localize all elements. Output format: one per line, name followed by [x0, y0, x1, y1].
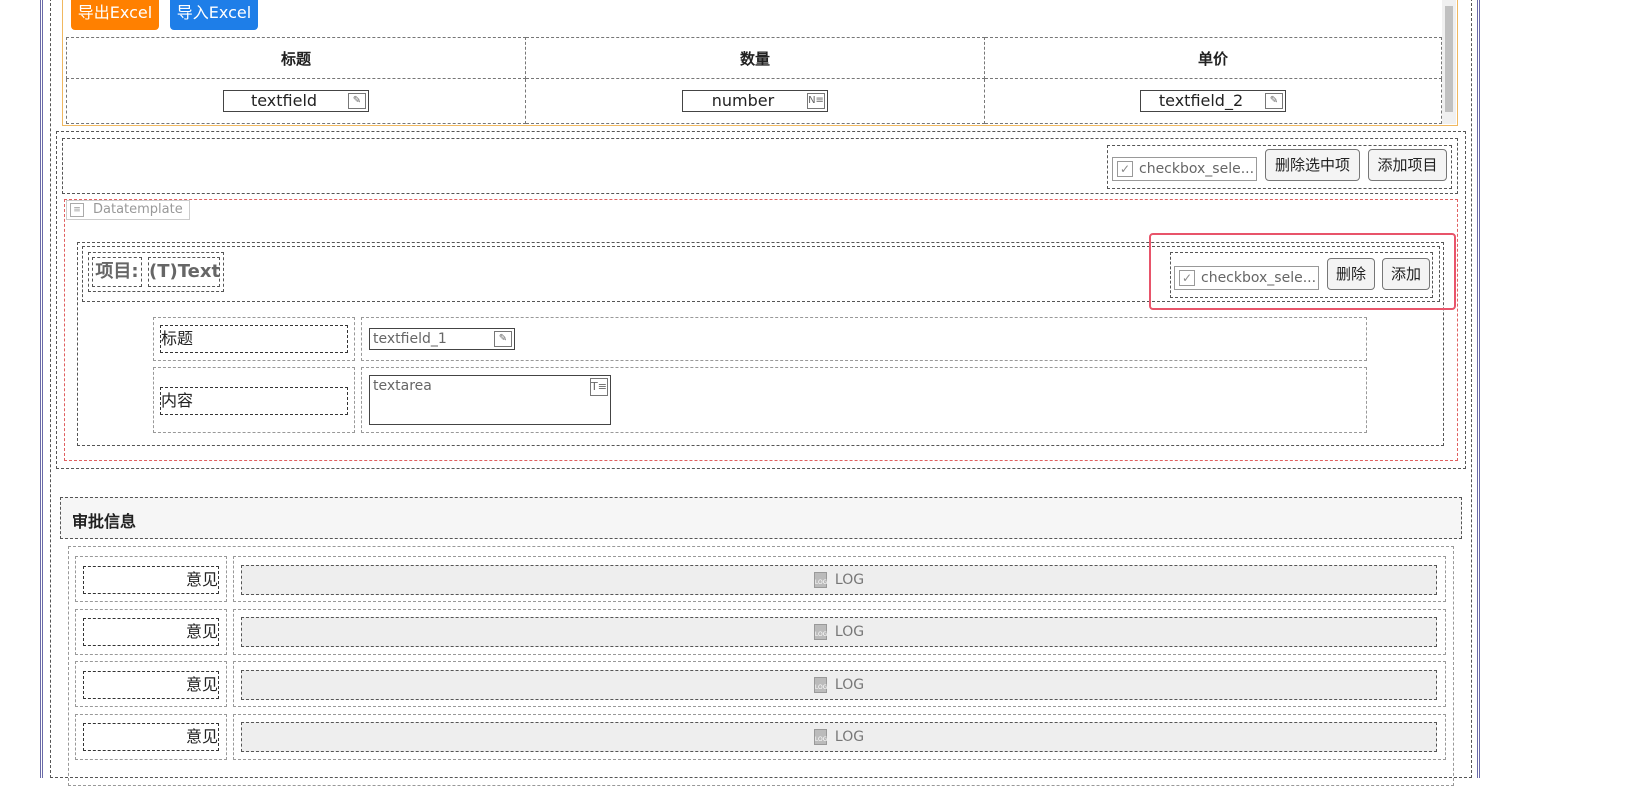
form-label-content: 内容 — [160, 387, 348, 415]
scrollbar-thumb[interactable] — [1445, 6, 1453, 112]
field-value: textfield_2 — [1158, 91, 1244, 110]
export-excel-button[interactable]: 导出Excel — [71, 0, 159, 30]
checkbox-label: checkbox_sele... — [1139, 161, 1255, 177]
approval-label: 意见 — [83, 618, 219, 646]
log-icon: LOG — [813, 572, 827, 588]
table-cell: number N≡ — [525, 78, 985, 124]
log-field[interactable]: LOG LOG — [241, 617, 1437, 647]
approval-header — [60, 497, 1462, 539]
table-cell: textfield_2 ✎ — [984, 78, 1442, 124]
checkbox-icon: ✓ — [1117, 161, 1133, 177]
log-field[interactable]: LOG LOG — [241, 670, 1437, 700]
column-header-price: 单价 — [984, 37, 1442, 79]
item-text-label: (T)Text — [148, 257, 220, 287]
table-cell: textfield ✎ — [66, 78, 526, 124]
datatemplate-label: Datatemplate — [93, 202, 183, 217]
delete-selected-button[interactable]: 删除选中项 — [1265, 149, 1360, 181]
add-item-button[interactable]: 添加项目 — [1368, 149, 1447, 181]
log-value: LOG — [834, 624, 865, 640]
item-prefix-label: 项目: — [92, 257, 142, 287]
textfield-2-input[interactable]: textfield_2 ✎ — [1140, 90, 1286, 112]
log-icon: LOG — [813, 729, 827, 745]
log-icon: LOG — [813, 677, 827, 693]
table-header-row: 标题 数量 单价 — [66, 37, 1442, 79]
textarea-input[interactable]: textarea T≡ — [369, 375, 611, 425]
item-checkbox[interactable]: ✓ checkbox_sele... — [1174, 266, 1319, 290]
log-field[interactable]: LOG LOG — [241, 565, 1437, 595]
add-subitem-button[interactable]: 添加 — [1382, 258, 1430, 290]
log-value: LOG — [834, 572, 865, 588]
item-table: 标题 数量 单价 textfield ✎ number N≡ textfield… — [66, 37, 1442, 124]
scrollbar[interactable] — [1442, 0, 1456, 124]
datatemplate-tag: ≡ Datatemplate — [66, 200, 190, 220]
form-label-title: 标题 — [160, 325, 348, 353]
edit-icon: ✎ — [494, 331, 512, 347]
field-value: textfield — [250, 91, 318, 110]
textfield-1-input[interactable]: textfield_1 ✎ — [369, 328, 515, 350]
approval-label: 意见 — [83, 566, 219, 594]
approval-label: 意见 — [83, 723, 219, 751]
approval-title: 审批信息 — [72, 512, 137, 531]
field-value: number — [711, 91, 775, 110]
column-header-quantity: 数量 — [525, 37, 985, 79]
import-excel-button[interactable]: 导入Excel — [170, 0, 258, 30]
number-input[interactable]: number N≡ — [682, 90, 828, 112]
edit-icon: ✎ — [348, 93, 366, 109]
field-placeholder: textarea — [373, 378, 432, 394]
log-value: LOG — [834, 729, 865, 745]
table-row: textfield ✎ number N≡ textfield_2 ✎ — [66, 78, 1442, 124]
list-icon: ≡ — [70, 203, 84, 217]
number-icon: N≡ — [807, 93, 825, 109]
checkbox-label: checkbox_sele... — [1201, 270, 1317, 286]
select-all-checkbox[interactable]: ✓ checkbox_sele... — [1112, 157, 1257, 181]
approval-label: 意见 — [83, 671, 219, 699]
field-placeholder: textfield_1 — [373, 331, 447, 347]
checkbox-icon: ✓ — [1179, 270, 1195, 286]
column-header-title: 标题 — [66, 37, 526, 79]
textarea-icon: T≡ — [590, 378, 608, 396]
textfield-input[interactable]: textfield ✎ — [223, 90, 369, 112]
log-icon: LOG — [813, 624, 827, 640]
log-value: LOG — [834, 677, 865, 693]
edit-icon: ✎ — [1265, 93, 1283, 109]
delete-item-button[interactable]: 删除 — [1327, 258, 1375, 290]
log-field[interactable]: LOG LOG — [241, 722, 1437, 752]
